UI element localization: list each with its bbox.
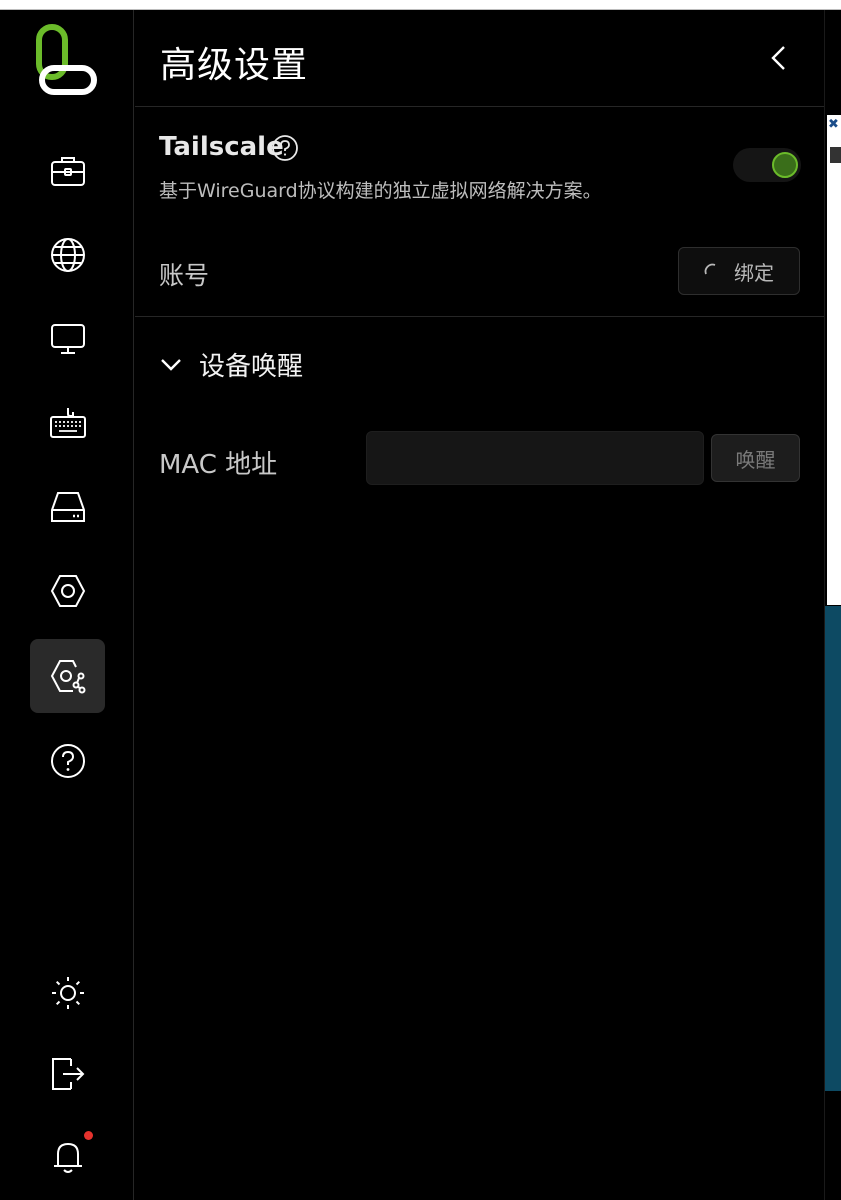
top-window-edge (0, 0, 841, 10)
sidebar-item-help[interactable] (30, 724, 105, 798)
desktop-background (825, 606, 841, 1091)
toggle-knob (772, 152, 798, 178)
tailscale-description: 基于WireGuard协议构建的独立虚拟网络解决方案。 (159, 180, 602, 202)
notification-badge (84, 1131, 93, 1140)
toolbox-icon (50, 157, 85, 186)
sidebar (0, 10, 134, 1200)
bell-icon (53, 1142, 82, 1173)
mac-address-input[interactable] (366, 431, 704, 485)
hexagon-settings-icon (50, 575, 85, 607)
chevron-left-icon (771, 46, 785, 70)
account-label: 账号 (159, 261, 210, 290)
drive-icon (50, 492, 85, 522)
chevron-down-icon (161, 358, 181, 371)
keyboard-icon (49, 408, 86, 438)
sidebar-item-advanced-settings[interactable] (30, 639, 105, 713)
wake-button[interactable]: 唤醒 (711, 434, 800, 482)
bind-button-label: 绑定 (734, 260, 774, 285)
tailscale-title: Tailscale (159, 132, 284, 162)
globe-icon (50, 238, 85, 272)
bind-account-button[interactable]: 绑定 (678, 247, 800, 295)
logout-button[interactable] (30, 1037, 105, 1111)
sidebar-item-settings[interactable] (30, 554, 105, 628)
background-terminal: ✖ (827, 115, 841, 605)
wake-section-title: 设备唤醒 (199, 352, 304, 382)
sidebar-item-storage[interactable] (30, 470, 105, 544)
sun-icon (51, 977, 84, 1009)
sidebar-item-keyboard[interactable] (30, 386, 105, 460)
advanced-settings-icon (50, 660, 85, 694)
theme-toggle-button[interactable] (30, 956, 105, 1030)
wake-section-header[interactable]: 设备唤醒 (159, 346, 303, 383)
notifications-button[interactable] (30, 1119, 105, 1193)
monitor-icon (50, 324, 85, 354)
close-icon[interactable]: ✖ (828, 117, 839, 132)
logout-icon (51, 1058, 84, 1090)
sidebar-item-display[interactable] (30, 302, 105, 376)
loading-spinner-icon (704, 263, 716, 275)
panel-header: 高级设置 (135, 10, 824, 107)
section-divider (135, 316, 824, 317)
sidebar-item-toolbox[interactable] (30, 134, 105, 208)
sidebar-item-network[interactable] (30, 218, 105, 292)
terminal-app-icon (830, 147, 841, 163)
tailscale-help-icon[interactable] (271, 134, 299, 162)
mac-address-label: MAC 地址 (159, 450, 278, 480)
help-icon (50, 744, 85, 778)
background-window: ✖ (824, 10, 841, 1200)
tailscale-toggle[interactable] (733, 148, 801, 182)
collapse-button[interactable] (763, 42, 795, 74)
app-logo (36, 24, 97, 95)
page-title: 高级设置 (160, 45, 309, 86)
advanced-settings-panel: 高级设置 Tailscale 基于WireGuard协议构建的独立虚拟网络解决方… (135, 10, 824, 1200)
